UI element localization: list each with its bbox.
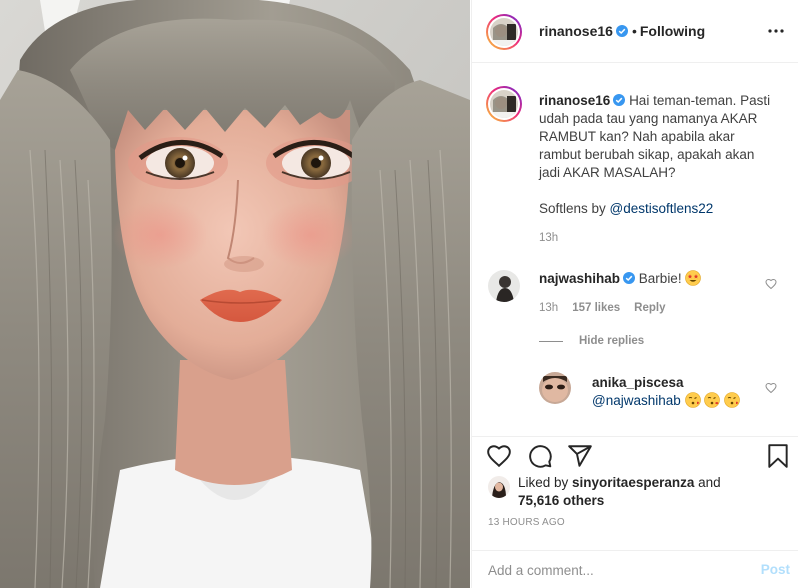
reply-avatar[interactable] — [539, 372, 571, 404]
mention-link[interactable]: @destisoftlens22 — [610, 201, 714, 216]
liked-by-joiner: and — [694, 475, 721, 490]
comment-username[interactable]: najwashihab — [539, 271, 620, 286]
reply-item: anika_piscesa @najwashihab — [472, 368, 798, 428]
caption-username[interactable]: rinanose16 — [539, 93, 610, 108]
caption-timestamp[interactable]: 13h — [539, 232, 558, 244]
post-side-panel: rinanose16 • Following rinanose16 Hai te… — [471, 0, 798, 588]
star-struck-emoji-icon — [685, 270, 702, 286]
liked-by-user[interactable]: sinyoritaesperanza — [572, 475, 694, 490]
reply-like-heart-icon[interactable] — [765, 382, 777, 394]
comment-body: najwashihab Barbie! — [539, 270, 702, 286]
comment-like-heart-icon[interactable] — [765, 278, 777, 290]
post-photo[interactable] — [0, 0, 470, 588]
hide-replies-label: Hide replies — [579, 335, 645, 347]
verified-badge-icon — [623, 272, 636, 284]
following-button[interactable]: Following — [640, 23, 705, 39]
caption: rinanose16 Hai teman-teman. Pasti udah p… — [539, 92, 779, 218]
avatar-image — [539, 372, 571, 404]
likes-text: Liked by sinyoritaesperanza and 75,616 o… — [518, 474, 721, 510]
post-action-bar — [472, 436, 798, 476]
comment-timestamp[interactable]: 13h — [539, 302, 558, 314]
bookmark-icon[interactable] — [765, 443, 791, 469]
comment-input[interactable] — [488, 559, 738, 581]
comment-text: Barbie! — [638, 271, 682, 286]
comment-item: najwashihab Barbie! 13h 157 likes Reply — [472, 262, 798, 332]
commenter-avatar[interactable] — [488, 270, 520, 302]
post-header: rinanose16 • Following — [472, 0, 798, 63]
separator-dot: • — [631, 23, 637, 39]
add-comment-bar: Post — [472, 550, 798, 588]
heart-icon[interactable] — [486, 443, 512, 469]
header-user-line: rinanose16 • Following — [539, 23, 705, 39]
liker-avatar[interactable] — [488, 476, 510, 498]
face-blowing-kiss-emoji-icon — [704, 392, 721, 408]
author-username[interactable]: rinanose16 — [539, 23, 613, 39]
verified-badge-icon — [615, 25, 628, 37]
avatar-image — [490, 90, 518, 118]
softlens-prefix: Softlens by — [539, 201, 610, 216]
comment-likes[interactable]: 157 likes — [572, 302, 620, 314]
liked-by-prefix: Liked by — [518, 475, 573, 490]
face-blowing-kiss-emoji-icon — [724, 392, 740, 408]
avatar-image — [488, 270, 520, 302]
reply-username[interactable]: anika_piscesa — [592, 375, 684, 390]
face-blowing-kiss-emoji-icon — [684, 392, 701, 408]
comment-meta: 13h 157 likes Reply — [539, 302, 679, 314]
reply-mention-link[interactable]: @najwashihab — [592, 393, 681, 408]
share-icon[interactable] — [567, 443, 593, 469]
comment-icon[interactable] — [527, 443, 553, 469]
post-timestamp[interactable]: 13 HOURS AGO — [488, 517, 565, 528]
hide-replies-button[interactable]: Hide replies — [539, 335, 644, 347]
avatar-image — [488, 476, 510, 498]
reply-button[interactable]: Reply — [634, 302, 665, 314]
more-options-icon[interactable] — [767, 22, 785, 40]
caption-softlens-line: Softlens by @destisoftlens22 — [539, 200, 779, 218]
author-avatar[interactable] — [486, 14, 522, 50]
comments-section[interactable]: rinanose16 Hai teman-teman. Pasti udah p… — [472, 64, 798, 436]
reply-body: anika_piscesa @najwashihab — [592, 374, 740, 410]
post-comment-button[interactable]: Post — [761, 562, 790, 577]
verified-badge-icon — [613, 94, 626, 106]
caption-avatar[interactable] — [486, 86, 522, 122]
portrait-image — [0, 0, 470, 588]
avatar-image — [490, 18, 518, 46]
hide-replies-line — [539, 340, 563, 342]
likes-count-link[interactable]: 75,616 others — [518, 493, 604, 508]
